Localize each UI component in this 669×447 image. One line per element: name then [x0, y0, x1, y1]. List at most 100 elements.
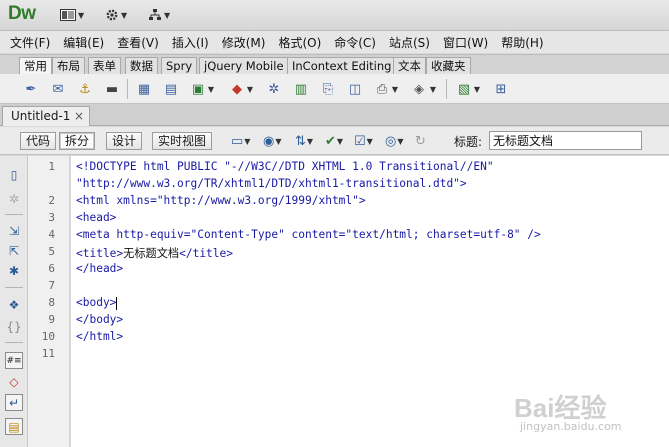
select-parent-tag-button[interactable]: ❖	[5, 296, 23, 313]
menu-edit[interactable]: 编辑(E)	[63, 34, 104, 51]
menu-insert[interactable]: 插入(I)	[172, 34, 209, 51]
close-icon[interactable]: ×	[74, 107, 84, 125]
line-number: 7	[48, 279, 55, 292]
dreamweaver-logo: Dw	[8, 3, 36, 24]
menu-bar: 文件(F) 编辑(E) 查看(V) 插入(I) 修改(M) 格式(O) 命令(C…	[0, 31, 669, 53]
check-browser-compatibility-button[interactable]: ☑ ▼	[354, 132, 373, 150]
collapse-selection-button[interactable]: ⇱	[5, 242, 23, 259]
menu-format[interactable]: 格式(O)	[278, 34, 321, 51]
table-button[interactable]: ▦	[135, 80, 153, 98]
open-documents-button[interactable]: ▯	[5, 166, 23, 183]
widget-icon: ✲	[268, 81, 280, 97]
multiscreen-icon: ▭	[231, 133, 244, 149]
menu-help[interactable]: 帮助(H)	[501, 34, 543, 51]
expand-all-button[interactable]: ✱	[5, 262, 23, 279]
gear-icon	[106, 9, 118, 21]
line-number: 11	[41, 347, 55, 360]
tab-incontext-editing[interactable]: InContext Editing	[287, 57, 397, 74]
tag-chooser-button[interactable]: ⊞	[492, 80, 510, 98]
document-title-input[interactable]	[489, 131, 642, 150]
visual-aids-button[interactable]: ◎ ▼	[385, 132, 404, 150]
tab-jquery-mobile[interactable]: jQuery Mobile	[199, 57, 289, 74]
tab-common[interactable]: 常用	[19, 57, 52, 74]
design-view-button[interactable]: 设计	[106, 132, 143, 150]
script-button[interactable]: ◈	[410, 80, 428, 98]
balance-braces-button[interactable]: {}	[5, 318, 23, 335]
code-line: "http://www.w3.org/TR/xhtml1/DTD/xhtml1-…	[76, 177, 467, 190]
media-button[interactable]: ◆	[228, 80, 246, 98]
menu-window[interactable]: 窗口(W)	[443, 34, 488, 51]
tab-data[interactable]: 数据	[125, 57, 158, 74]
live-view-button[interactable]: 实时视图	[152, 132, 213, 150]
comment-button[interactable]: ◫	[346, 80, 364, 98]
settings-button[interactable]: ▼	[105, 7, 127, 23]
layout-switcher-button[interactable]: ▼	[60, 7, 84, 23]
line-number: 2	[48, 194, 55, 207]
toolbar-separator	[5, 342, 23, 343]
code-view-button[interactable]: 代码	[20, 132, 57, 150]
document-tab[interactable]: Untitled-1 ×	[2, 106, 90, 126]
document-icon: ▯	[10, 167, 18, 182]
widget-button[interactable]: ✲	[265, 80, 283, 98]
line-number: 1	[48, 160, 55, 173]
menu-site[interactable]: 站点(S)	[389, 34, 430, 51]
word-wrap-button[interactable]: ↵	[5, 394, 23, 411]
collapse-full-tag-button[interactable]: ⇲	[5, 222, 23, 239]
line-number: 5	[48, 245, 55, 258]
table-icon: ▦	[137, 81, 151, 97]
code-line: <html xmlns="http://www.w3.org/1999/xhtm…	[76, 194, 366, 207]
horizontal-rule-button[interactable]: ▬	[103, 80, 121, 98]
line-number: 8	[48, 296, 55, 309]
menu-view[interactable]: 查看(V)	[117, 34, 159, 51]
chevron-down-icon: ▼	[336, 136, 344, 146]
code-line: <title>无标题文档</title>	[76, 245, 233, 261]
refresh-icon: ↻	[415, 133, 426, 149]
comment-icon: ◫	[348, 81, 362, 97]
show-code-navigator-button[interactable]: ✲	[5, 190, 23, 207]
chevron-down-icon: ▼	[429, 84, 437, 94]
title-label: 标题:	[454, 135, 483, 149]
tab-favorites[interactable]: 收藏夹	[426, 57, 471, 74]
div-button[interactable]: ▤	[162, 80, 180, 98]
named-anchor-button[interactable]: ⚓	[76, 80, 94, 98]
collapse-selection-icon: ⇱	[8, 243, 20, 258]
script-dropdown[interactable]: ▼	[429, 80, 437, 98]
highlight-invalid-code-button[interactable]: ◇	[5, 373, 23, 390]
code-line: <head>	[76, 211, 117, 224]
images-dropdown[interactable]: ▼	[207, 80, 215, 98]
multiscreen-button[interactable]: ▭ ▼	[231, 132, 250, 150]
date-button[interactable]: ▥	[292, 80, 310, 98]
images-button[interactable]: ▣	[189, 80, 207, 98]
validate-icon: ✔	[325, 133, 336, 149]
head-button[interactable]: ⎙	[373, 80, 391, 98]
menu-commands[interactable]: 命令(C)	[334, 34, 376, 51]
line-numbers-button[interactable]: #≡	[5, 352, 23, 369]
file-management-button[interactable]: ⇅ ▼	[295, 132, 313, 150]
syntax-coloring-button[interactable]: ▤	[5, 418, 23, 435]
tab-spry[interactable]: Spry	[161, 57, 198, 74]
server-side-include-button[interactable]: ⎘	[319, 80, 337, 98]
templates-button[interactable]: ▧	[455, 80, 473, 98]
refresh-button[interactable]: ↻	[415, 132, 426, 150]
media-dropdown[interactable]: ▼	[246, 80, 254, 98]
tab-layout[interactable]: 布局	[52, 57, 85, 74]
toolbar-separator	[127, 79, 128, 99]
tag-chooser-icon: ⊞	[495, 81, 507, 97]
preview-in-browser-button[interactable]: ◉ ▼	[263, 132, 282, 150]
w3c-validation-button[interactable]: ✔ ▼	[325, 132, 343, 150]
chevron-down-icon: ▼	[397, 136, 404, 146]
head-dropdown[interactable]: ▼	[391, 80, 399, 98]
tab-forms[interactable]: 表单	[88, 57, 121, 74]
menu-file[interactable]: 文件(F)	[10, 34, 50, 51]
menu-modify[interactable]: 修改(M)	[222, 34, 266, 51]
split-view-button[interactable]: 拆分	[59, 132, 96, 150]
tab-text[interactable]: 文本	[393, 57, 426, 74]
templates-dropdown[interactable]: ▼	[473, 80, 481, 98]
collapse-tag-icon: ⇲	[8, 223, 20, 238]
site-manager-button[interactable]: ▼	[148, 7, 170, 23]
code-line: <meta http-equiv="Content-Type" content=…	[76, 228, 541, 241]
email-link-button[interactable]: ✉	[49, 80, 67, 98]
hyperlink-button[interactable]: ✒	[22, 80, 40, 98]
parent-tag-icon: ❖	[8, 297, 20, 312]
script-icon: ◈	[414, 81, 424, 97]
